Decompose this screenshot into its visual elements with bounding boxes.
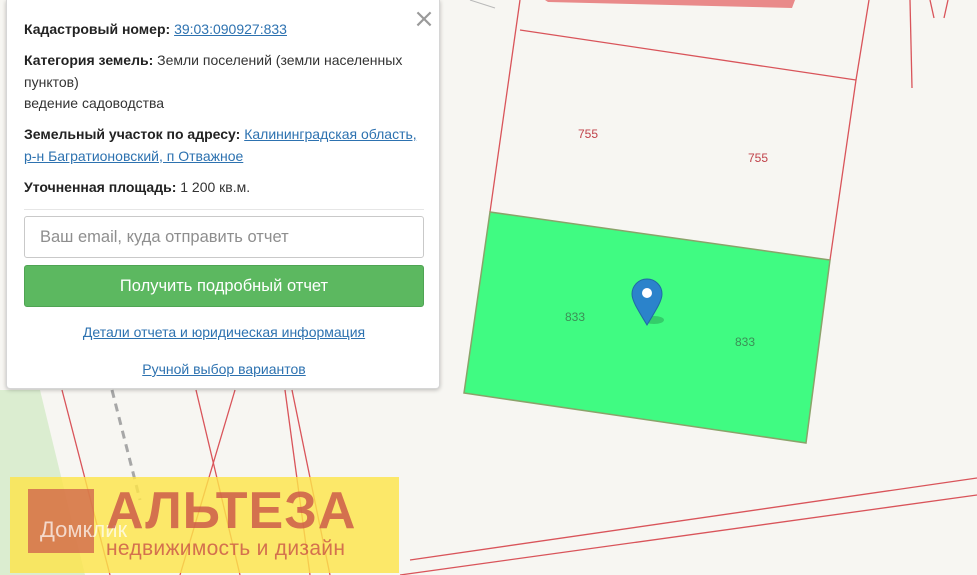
address-label: Земельный участок по адресу: — [24, 126, 241, 142]
details-link-row: Детали отчета и юридическая информация — [24, 324, 424, 340]
usage-value: ведение садоводства — [24, 95, 165, 111]
watermark: Домклик АЛЬТЕЗА недвижимость и дизайн — [10, 477, 399, 573]
get-report-button[interactable]: Получить подробный отчет — [24, 265, 424, 307]
category-row: Категория земель: Земли поселений (земли… — [24, 50, 424, 115]
area-label: Уточненная площадь: — [24, 179, 177, 195]
report-details-link[interactable]: Детали отчета и юридическая информация — [83, 324, 365, 340]
cadastral-label: Кадастровый номер: — [24, 21, 171, 37]
divider — [24, 209, 424, 210]
parcel-label-833-b: 833 — [735, 335, 755, 349]
parcel-info-panel: × Кадастровый номер: 39:03:090927:833 Ка… — [6, 0, 440, 389]
watermark-subtitle: недвижимость и дизайн — [106, 537, 346, 560]
address-row: Земельный участок по адресу: Калининград… — [24, 124, 424, 167]
watermark-title: АЛЬТЕЗА — [106, 482, 357, 540]
email-input[interactable] — [24, 216, 424, 258]
parcel-label-755-a: 755 — [578, 127, 598, 141]
area-row: Уточненная площадь: 1 200 кв.м. — [24, 177, 424, 199]
parcel-label-755-b: 755 — [748, 151, 768, 165]
manual-selection-link[interactable]: Ручной выбор вариантов — [142, 361, 306, 377]
parcel-label-833-a: 833 — [565, 310, 585, 324]
cadastral-row: Кадастровый номер: 39:03:090927:833 — [24, 19, 424, 41]
area-value: 1 200 кв.м. — [180, 179, 251, 195]
manual-link-row: Ручной выбор вариантов — [24, 361, 424, 377]
category-label: Категория земель: — [24, 52, 154, 68]
cadastral-number-link[interactable]: 39:03:090927:833 — [174, 21, 287, 37]
